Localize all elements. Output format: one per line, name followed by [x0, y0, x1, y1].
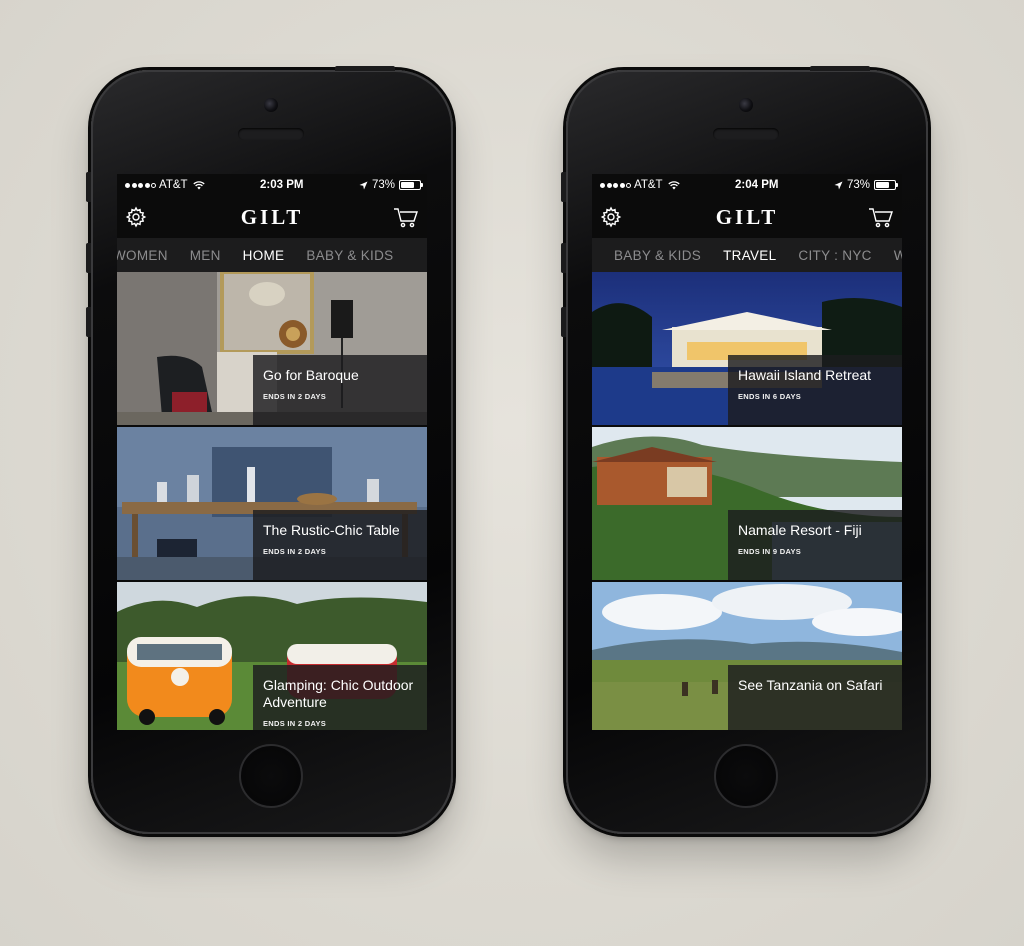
- status-time: 2:03 PM: [260, 179, 304, 191]
- status-bar: AT&T 2:03 PM 73%: [117, 174, 427, 196]
- sale-card[interactable]: Namale Resort - Fiji ENDS IN 9 DAYS: [592, 427, 902, 582]
- sale-title: Hawaii Island Retreat: [738, 367, 872, 383]
- volume-up-button: [561, 243, 566, 273]
- volume-up-button: [86, 243, 91, 273]
- cart-icon[interactable]: [393, 206, 419, 228]
- sale-ends: ENDS IN 9 DAYS: [738, 547, 802, 556]
- sale-card[interactable]: The Rustic-Chic Table ENDS IN 2 DAYS: [117, 427, 427, 582]
- phone-right: AT&T 2:04 PM 73% GILT BABY & KIDS TRAVEL…: [561, 66, 928, 834]
- sale-caption: The Rustic-Chic Table ENDS IN 2 DAYS: [253, 510, 427, 580]
- gear-icon[interactable]: [125, 206, 147, 228]
- tab-baby-kids[interactable]: BABY & KIDS: [295, 248, 404, 263]
- tab-travel[interactable]: TRAVEL: [712, 248, 787, 263]
- earpiece-speaker: [238, 128, 304, 140]
- screen: AT&T 2:03 PM 73% GILT WOMEN MEN HOME BAB…: [117, 174, 427, 730]
- sale-caption: Glamping: Chic Outdoor Adventure ENDS IN…: [253, 665, 427, 730]
- power-button: [335, 66, 395, 71]
- sale-caption: Go for Baroque ENDS IN 2 DAYS: [253, 355, 427, 425]
- wifi-icon: [667, 180, 680, 189]
- earpiece-speaker: [713, 128, 779, 140]
- carrier-label: AT&T: [159, 179, 188, 191]
- home-button[interactable]: [714, 744, 778, 808]
- sale-list: Go for Baroque ENDS IN 2 DAYS The Rustic…: [117, 272, 427, 730]
- volume-down-button: [86, 307, 91, 337]
- tab-baby-kids[interactable]: BABY & KIDS: [592, 248, 712, 263]
- battery-percent: 73%: [846, 179, 870, 191]
- location-arrow-icon: [834, 181, 843, 189]
- sale-card[interactable]: Hawaii Island Retreat ENDS IN 6 DAYS: [592, 272, 902, 427]
- gear-icon[interactable]: [600, 206, 622, 228]
- front-camera: [264, 98, 278, 112]
- front-camera: [739, 98, 753, 112]
- sale-ends: ENDS IN 6 DAYS: [738, 392, 802, 401]
- cart-icon[interactable]: [868, 206, 894, 228]
- power-button: [810, 66, 870, 71]
- sale-ends: ENDS IN 2 DAYS: [263, 392, 327, 401]
- sale-card[interactable]: Go for Baroque ENDS IN 2 DAYS: [117, 272, 427, 427]
- tab-women[interactable]: WOMEN: [117, 248, 179, 263]
- sale-ends: ENDS IN 2 DAYS: [263, 547, 327, 556]
- nav-bar: GILT: [592, 196, 902, 238]
- sale-title: Go for Baroque: [263, 367, 359, 383]
- location-arrow-icon: [359, 181, 368, 189]
- wifi-icon: [192, 180, 205, 189]
- sale-card[interactable]: Glamping: Chic Outdoor Adventure ENDS IN…: [117, 582, 427, 730]
- battery-percent: 73%: [371, 179, 395, 191]
- home-button[interactable]: [239, 744, 303, 808]
- mute-switch: [86, 172, 91, 202]
- sale-title: Glamping: Chic Outdoor Adventure: [263, 677, 414, 710]
- sale-title: The Rustic-Chic Table: [263, 522, 400, 538]
- carrier-label: AT&T: [634, 179, 663, 191]
- signal-dots-icon: [125, 182, 156, 188]
- phone-left: AT&T 2:03 PM 73% GILT WOMEN MEN HOME BAB…: [86, 66, 453, 834]
- tab-women-partial[interactable]: W: [883, 248, 902, 263]
- stage: AT&T 2:03 PM 73% GILT WOMEN MEN HOME BAB…: [0, 0, 1024, 946]
- gilt-logo[interactable]: GILT: [716, 205, 779, 230]
- status-bar: AT&T 2:04 PM 73%: [592, 174, 902, 196]
- nav-bar: GILT: [117, 196, 427, 238]
- battery-icon: [398, 180, 423, 190]
- sale-caption: Hawaii Island Retreat ENDS IN 6 DAYS: [728, 355, 902, 425]
- category-tabs: WOMEN MEN HOME BABY & KIDS: [117, 238, 427, 272]
- status-time: 2:04 PM: [735, 179, 779, 191]
- tab-men[interactable]: MEN: [179, 248, 232, 263]
- sale-caption: See Tanzania on Safari: [728, 665, 902, 730]
- sale-caption: Namale Resort - Fiji ENDS IN 9 DAYS: [728, 510, 902, 580]
- signal-dots-icon: [600, 182, 631, 188]
- battery-icon: [873, 180, 898, 190]
- sale-ends: ENDS IN 2 DAYS: [263, 719, 327, 728]
- sale-title: Namale Resort - Fiji: [738, 522, 862, 538]
- sale-list: Hawaii Island Retreat ENDS IN 6 DAYS Nam…: [592, 272, 902, 730]
- mute-switch: [561, 172, 566, 202]
- screen: AT&T 2:04 PM 73% GILT BABY & KIDS TRAVEL…: [592, 174, 902, 730]
- gilt-logo[interactable]: GILT: [241, 205, 304, 230]
- tab-home[interactable]: HOME: [232, 248, 296, 263]
- tab-city-nyc[interactable]: CITY : NYC: [787, 248, 882, 263]
- category-tabs: BABY & KIDS TRAVEL CITY : NYC W: [592, 238, 902, 272]
- sale-card[interactable]: See Tanzania on Safari: [592, 582, 902, 730]
- sale-title: See Tanzania on Safari: [738, 677, 883, 693]
- volume-down-button: [561, 307, 566, 337]
